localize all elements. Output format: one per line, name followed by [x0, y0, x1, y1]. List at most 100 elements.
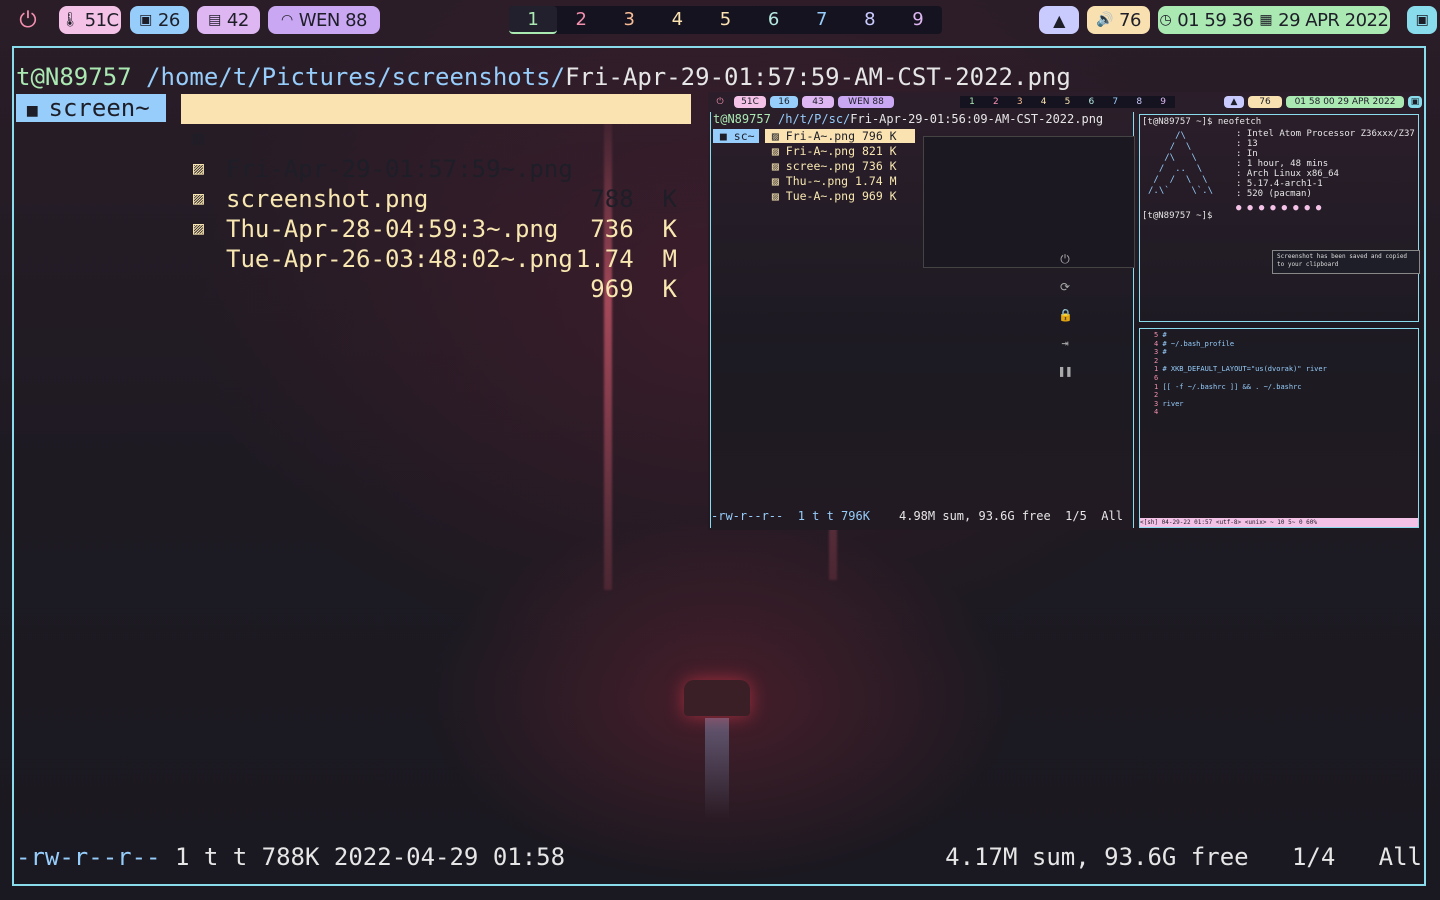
neofetch-line: : 1 hour, 48 mins	[1236, 159, 1329, 169]
status-bar-right: 4.17M sum, 93.6G free 1/4 All	[945, 843, 1422, 871]
volume-widget[interactable]: 🔊 76	[1087, 6, 1150, 34]
workspace-2[interactable]: 2	[557, 6, 605, 34]
code-line: 4 # ~/.bash_profile	[1154, 340, 1327, 349]
power-icon[interactable]: ⏻	[14, 6, 42, 34]
line-number: 5	[1154, 331, 1159, 339]
workspace-7[interactable]: 7	[798, 6, 846, 34]
preview-file-row: ▨ Tue-A~.png 969 K	[765, 189, 897, 203]
preview-prompt-user: t@N89757	[713, 112, 771, 126]
parent-directory-entry[interactable]: ■ screen~	[16, 94, 166, 122]
preview-workspace-4: 4	[1040, 97, 1047, 107]
layout-icon[interactable]: ▣	[1407, 6, 1437, 34]
preview-file-row: ▨ Fri-A~.png 796 K	[765, 129, 915, 143]
code-text: # ~/.bash_profile	[1162, 339, 1235, 348]
code-text: #	[1162, 331, 1167, 339]
workspace-6[interactable]: 6	[750, 6, 798, 34]
file-row[interactable]: ▨ screenshot.png 736 K	[181, 124, 691, 243]
wifi-widget: ◠ WEN 88	[268, 6, 380, 34]
file-name: Thu-Apr-28-04:59:3~.png	[226, 215, 559, 243]
file-row[interactable]: ▨ Fri-Apr-29-01:57:59~.png 788 K	[181, 94, 691, 213]
workspace-5[interactable]: 5	[701, 6, 749, 34]
memory-value: 42	[226, 9, 249, 31]
preview-file-size: 1.74 M	[855, 174, 897, 188]
workspace-8[interactable]: 8	[846, 6, 894, 34]
picture-widget[interactable]: ▲	[1039, 6, 1079, 34]
power-icon: ⏻	[1060, 252, 1070, 266]
preview-file-row: ▨ Fri-A~.png 821 K	[765, 144, 897, 158]
workspace-3[interactable]: 3	[605, 6, 653, 34]
code-line: 2	[1154, 357, 1327, 366]
workspace-9[interactable]: 9	[894, 6, 942, 34]
line-number: 2	[1154, 356, 1159, 365]
neofetch-line: : Intel Atom Processor Z36xxx/Z37	[1236, 129, 1415, 139]
clock-widget: ◷ 01 59 36 ▦ 29 APR 2022	[1158, 6, 1390, 34]
preview-file-size: 969 K	[861, 189, 897, 203]
editor-status-bar: <[sh] 04-29-22 01:57 <utf-8> <unix> ~ 10…	[1140, 518, 1418, 527]
line-number: 3	[1154, 348, 1159, 357]
folder-icon: ■	[16, 100, 49, 121]
code-line: 5 #	[1154, 331, 1327, 340]
pause-icon: ❚❚	[1058, 364, 1073, 378]
clock-date: 29 APR 2022	[1278, 9, 1389, 31]
preview-workspace-6: 6	[1088, 97, 1095, 107]
line-number: 1	[1154, 382, 1159, 391]
workspace-4[interactable]: 4	[653, 6, 701, 34]
code-line: 1 # XKB_DEFAULT_LAYOUT="us(dvorak)" rive…	[1154, 365, 1327, 374]
power-icon: ⏻	[716, 97, 724, 107]
code-line: 3 #	[1154, 348, 1327, 357]
file-row[interactable]: ▨ Tue-Apr-26-03:48:02~.png 969 K	[181, 184, 691, 303]
preview-file-name: scree~.png	[785, 159, 856, 173]
preview-top-bar: ⏻ 51C 16 43 WEN 88 1 2 3 4 5 6 7 8 9 ▲ 76 01 58 …	[708, 94, 1422, 110]
code-line: 2	[1154, 391, 1327, 400]
code-line: 3 river	[1154, 400, 1327, 409]
layout-icon: ▣	[1408, 96, 1422, 108]
preview-workspace-9: 9	[1160, 97, 1166, 107]
preview-status-right: 4.98M sum, 93.6G free 1/5 All	[899, 509, 1123, 523]
status-bar-left: -rw-r--r-- 1 t t 788K 2022-04-29 01:58	[16, 842, 565, 872]
preview-prompt-path: /h/t/P/sc/	[778, 112, 851, 126]
preview-path-line: t@N89757 /h/t/P/sc/Fri-Apr-29-01:56:09-A…	[713, 112, 1103, 127]
line-number: 4	[1154, 408, 1159, 417]
file-name: Tue-Apr-26-03:48:02~.png	[226, 245, 573, 273]
preview-workspace-8: 8	[1136, 97, 1143, 107]
cpu-icon: ▣	[139, 12, 152, 28]
line-number: 3	[1154, 399, 1159, 408]
preview-workspace-1: 1	[969, 97, 975, 107]
mountain-image-icon: ▲	[1053, 10, 1065, 30]
logout-icon: ⇥	[1061, 336, 1069, 350]
file-row[interactable]: ▨ Thu-Apr-28-04:59:3~.png 1.74 M	[181, 154, 691, 273]
prompt-user: t@N89757	[16, 63, 132, 91]
wifi-name: WEN 88	[298, 9, 368, 31]
neofetch-prompt: [t@N89757 ~]$	[1142, 211, 1218, 221]
prompt-filename: Fri-Apr-29-01:57:59-AM-CST-2022.png	[565, 63, 1071, 91]
preview-clock-date: 29 APR 2022	[1337, 97, 1396, 107]
workspace-1[interactable]: 1	[509, 6, 558, 34]
code-text: #	[1162, 348, 1167, 357]
image-file-icon: ▨	[193, 218, 204, 239]
preview-wifi: WEN 88	[838, 96, 894, 108]
temperature-value: 51C	[84, 9, 119, 31]
color-palette-dots: ●●●●●●●●	[1236, 203, 1328, 213]
line-number: 2	[1154, 391, 1159, 400]
prompt-path: /home/t/Pictures/screenshots/	[146, 63, 566, 91]
file-permissions: -rw-r--r--	[16, 843, 161, 871]
code-text: # XKB_DEFAULT_LAYOUT="us(dvorak)" river	[1162, 365, 1327, 374]
preview-file-size: 796 K	[861, 129, 897, 143]
thermometer-icon: 🌡	[61, 12, 79, 28]
volume-value: 76	[1119, 9, 1141, 31]
speaker-icon: 🔊	[1096, 12, 1114, 28]
path-line: t@N89757 /home/t/Pictures/screenshots/Fr…	[16, 62, 1071, 92]
preview-file-name: Fri-A~.png	[785, 129, 856, 143]
memory-icon: ▤	[208, 12, 221, 28]
reboot-icon: ⟳	[1059, 280, 1071, 294]
temperature-widget: 🌡 51C	[59, 6, 121, 34]
preview-dir-name: sc~	[733, 129, 755, 143]
calendar-icon: ▦	[1259, 12, 1273, 28]
preview-file-row: ▨ Thu-~.png 1.74 M	[765, 174, 897, 188]
neofetch-command: [t@N89757 ~]$ neofetch	[1142, 117, 1262, 127]
preview-dir-entry: ■ sc~	[713, 129, 759, 143]
preview-prompt-file: Fri-Apr-29-01:56:09-AM-CST-2022.png	[850, 112, 1104, 126]
preview-status-left: -rw-r--r-- 1 t t 796K	[711, 509, 870, 523]
preview-workspace-2: 2	[992, 97, 999, 107]
session-menu: ⏻ ⟳ 🔒 ⇥ ❚❚	[1058, 252, 1073, 392]
